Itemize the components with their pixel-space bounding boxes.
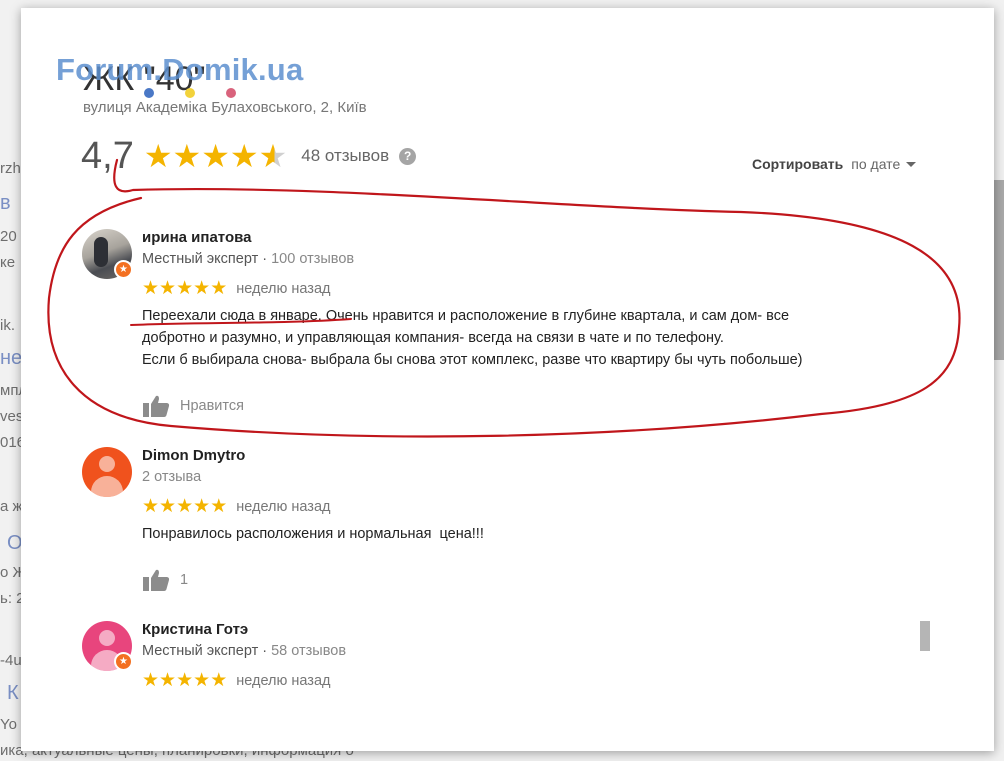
watermark-dot [226, 88, 236, 98]
like-button[interactable]: 1 [142, 568, 188, 592]
bg-fragment: Yo [0, 716, 17, 733]
star-icon: ★ [210, 278, 228, 299]
reviewer-meta: 2 отзыва [142, 469, 201, 485]
bg-fragment: -4u [0, 652, 22, 669]
reviews-dialog: Forum.Domik.ua ЖК "40" вулиця Академіка … [21, 8, 994, 751]
review-rating: ★ ★ ★ ★ ★ неделю назад [142, 279, 330, 298]
bg-fragment: К [7, 682, 19, 704]
caret-down-icon[interactable] [906, 161, 917, 167]
sort-label: Сортировать [752, 156, 844, 172]
star-icon: ★ [210, 670, 228, 691]
bg-fragment: ves [0, 408, 24, 425]
watermark-dot [144, 88, 154, 98]
avatar[interactable] [82, 447, 132, 497]
review-text-line: добротно и разумно, и управляющая компан… [142, 330, 724, 346]
star-icon: ★ [176, 496, 194, 517]
total-review-count[interactable]: 48 отзывов [301, 146, 389, 166]
rating-value: 4,7 [81, 134, 134, 177]
person-head [99, 630, 115, 646]
star-icon: ★ [193, 278, 211, 299]
like-button[interactable]: Нравится [142, 394, 244, 418]
star-icon: ★ [159, 670, 177, 691]
review-date: неделю назад [236, 672, 331, 689]
bg-fragment: 20 [0, 228, 17, 245]
star-icon: ★ [176, 278, 194, 299]
reviewer-role: Местный эксперт · [142, 643, 272, 659]
person-body [91, 476, 123, 497]
reviewer-review-count: 2 отзыва [142, 469, 202, 485]
star-icon: ★ [172, 138, 202, 174]
star-icon: ★ [142, 670, 160, 691]
review-stars: ★ ★ ★ ★ ★ [142, 497, 227, 516]
star-icon: ★ [176, 670, 194, 691]
reviewer-name[interactable]: Кристина Готэ [142, 621, 248, 638]
reviewer-meta: Местный эксперт · 58 отзывов [142, 643, 346, 659]
sort-value[interactable]: по дате [851, 156, 900, 172]
star-icon: ★ [159, 496, 177, 517]
star-icon: ★ [193, 496, 211, 517]
bg-fragment: в [0, 192, 11, 214]
thumbs-up-icon [143, 569, 170, 591]
review-text-line: Понравилось расположения и нормальная це… [142, 526, 484, 542]
star-icon: ★ [159, 278, 177, 299]
bg-fragment: а ж [0, 498, 23, 515]
review-rating: ★ ★ ★ ★ ★ неделю назад [142, 497, 330, 516]
star-icon: ★ [142, 278, 160, 299]
review-stars: ★ ★ ★ ★ ★ [142, 279, 227, 298]
rating-stars: ★ ★ ★ ★ ★ [144, 140, 287, 172]
star-icon: ★ [143, 138, 173, 174]
bg-fragment: не [0, 347, 23, 369]
star-badge-icon: ★ [114, 260, 133, 279]
like-count: 1 [180, 572, 189, 588]
like-label: Нравится [180, 398, 244, 414]
review-text: Переехали сюда в январе. Очень нравится … [142, 305, 902, 371]
sort-control[interactable]: Сортировать по дате [752, 156, 917, 172]
thumbs-up-icon [143, 395, 170, 417]
watermark-dot [185, 88, 195, 98]
review-date: неделю назад [236, 498, 331, 515]
reviewer-name[interactable]: ирина ипатова [142, 229, 251, 246]
help-icon[interactable]: ? [399, 147, 417, 165]
place-address: вулиця Академіка Булаховського, 2, Київ [83, 99, 367, 116]
review-date: неделю назад [236, 280, 331, 297]
star-icon: ★ [210, 496, 228, 517]
reviewer-role: Местный эксперт · [142, 251, 272, 267]
reviewer-review-count: 100 отзывов [271, 251, 355, 267]
watermark-text: Forum.Domik.ua [56, 52, 304, 87]
star-badge-icon: ★ [114, 652, 133, 671]
scrollbar-thumb[interactable] [920, 621, 930, 651]
review-text-line: Если б выбирала снова- выбрала бы снова … [142, 352, 803, 368]
star-icon: ★ [229, 138, 259, 174]
star-icon: ★ [142, 496, 160, 517]
review-rating: ★ ★ ★ ★ ★ неделю назад [142, 671, 330, 690]
bg-fragment: ке [0, 254, 16, 271]
review-text: Понравилось расположения и нормальная це… [142, 523, 902, 545]
cut-off-text-line [141, 698, 821, 704]
reviewer-name[interactable]: Dimon Dmytro [142, 447, 245, 464]
review-stars: ★ ★ ★ ★ ★ [142, 671, 227, 690]
person-head [99, 456, 115, 472]
bg-fragment: ik. [0, 317, 15, 334]
reviewer-meta: Местный эксперт · 100 отзывов [142, 251, 354, 267]
rating-summary: 4,7 ★ ★ ★ ★ ★ 48 отзывов ? [81, 134, 417, 177]
half-star-icon: ★ [258, 138, 288, 174]
reviewer-review-count: 58 отзывов [271, 643, 347, 659]
star-icon: ★ [193, 670, 211, 691]
hand-drawn-annotation [47, 158, 961, 438]
star-icon: ★ [201, 138, 230, 174]
review-text-line: Переехали сюда в январе. Очень нравится … [142, 308, 790, 324]
photo-figure [94, 237, 108, 267]
